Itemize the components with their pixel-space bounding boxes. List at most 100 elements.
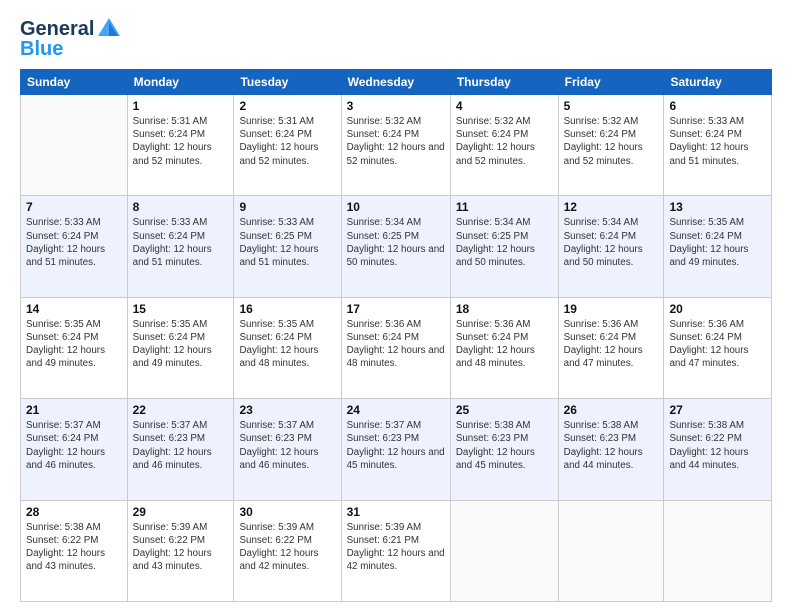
cell-sun-info: Sunrise: 5:35 AMSunset: 6:24 PMDaylight:… [239, 318, 335, 371]
calendar-cell: 13Sunrise: 5:35 AMSunset: 6:24 PMDayligh… [664, 196, 772, 297]
cell-sun-info: Sunrise: 5:39 AMSunset: 6:22 PMDaylight:… [133, 521, 229, 574]
cell-day-number: 25 [456, 403, 553, 417]
calendar-cell: 5 Sunrise: 5:32 AMSunset: 6:24 PMDaylight… [558, 95, 664, 196]
calendar-cell: 2 Sunrise: 5:31 AMSunset: 6:24 PMDaylight… [234, 95, 341, 196]
cell-sun-info: Sunrise: 5:36 AMSunset: 6:24 PMDaylight:… [564, 318, 659, 371]
cell-sun-info: Sunrise: 5:33 AMSunset: 6:24 PMDaylight:… [26, 216, 122, 269]
calendar-cell: 8 Sunrise: 5:33 AMSunset: 6:24 PMDaylight… [127, 196, 234, 297]
cell-day-number: 18 [456, 302, 553, 316]
calendar-cell: 11 Sunrise: 5:34 AMSunset: 6:25 PMDayligh… [450, 196, 558, 297]
calendar-cell: 26 Sunrise: 5:38 AMSunset: 6:23 PMDayligh… [558, 399, 664, 500]
calendar-cell: 19 Sunrise: 5:36 AMSunset: 6:24 PMDayligh… [558, 297, 664, 398]
cell-day-number: 6 [669, 99, 766, 113]
cell-sun-info: Sunrise: 5:37 AMSunset: 6:24 PMDaylight:… [26, 419, 122, 472]
cell-day-number: 22 [133, 403, 229, 417]
cell-sun-info: Sunrise: 5:33 AMSunset: 6:24 PMDaylight:… [669, 115, 766, 168]
cell-sun-info: Sunrise: 5:39 AMSunset: 6:22 PMDaylight:… [239, 521, 335, 574]
cell-day-number: 2 [239, 99, 335, 113]
cell-day-number: 3 [347, 99, 445, 113]
header: General Blue [20, 16, 772, 61]
cell-sun-info: Sunrise: 5:37 AMSunset: 6:23 PMDaylight:… [347, 419, 445, 472]
cell-day-number: 29 [133, 505, 229, 519]
cell-day-number: 8 [133, 200, 229, 214]
cell-day-number: 12 [564, 200, 659, 214]
day-header-wednesday: Wednesday [341, 70, 450, 95]
logo-icon [96, 16, 122, 42]
calendar-cell [450, 500, 558, 601]
calendar-cell: 10 Sunrise: 5:34 AMSunset: 6:25 PMDayligh… [341, 196, 450, 297]
calendar-week-row: 14 Sunrise: 5:35 AMSunset: 6:24 PMDayligh… [21, 297, 772, 398]
logo: General Blue [20, 16, 122, 61]
cell-sun-info: Sunrise: 5:36 AMSunset: 6:24 PMDaylight:… [669, 318, 766, 371]
calendar-table: SundayMondayTuesdayWednesdayThursdayFrid… [20, 69, 772, 602]
calendar-cell: 24 Sunrise: 5:37 AMSunset: 6:23 PMDayligh… [341, 399, 450, 500]
logo-text: General [20, 18, 94, 40]
calendar-cell: 12 Sunrise: 5:34 AMSunset: 6:24 PMDayligh… [558, 196, 664, 297]
calendar-week-row: 7 Sunrise: 5:33 AMSunset: 6:24 PMDaylight… [21, 196, 772, 297]
page: General Blue SundayMondayTuesdayWednesda… [0, 0, 792, 612]
cell-day-number: 17 [347, 302, 445, 316]
calendar-cell: 7 Sunrise: 5:33 AMSunset: 6:24 PMDaylight… [21, 196, 128, 297]
cell-sun-info: Sunrise: 5:33 AMSunset: 6:24 PMDaylight:… [133, 216, 229, 269]
cell-day-number: 24 [347, 403, 445, 417]
cell-day-number: 13 [669, 200, 766, 214]
cell-day-number: 5 [564, 99, 659, 113]
cell-sun-info: Sunrise: 5:37 AMSunset: 6:23 PMDaylight:… [239, 419, 335, 472]
cell-sun-info: Sunrise: 5:34 AMSunset: 6:25 PMDaylight:… [456, 216, 553, 269]
day-header-tuesday: Tuesday [234, 70, 341, 95]
cell-sun-info: Sunrise: 5:32 AMSunset: 6:24 PMDaylight:… [564, 115, 659, 168]
cell-day-number: 15 [133, 302, 229, 316]
cell-sun-info: Sunrise: 5:35 AMSunset: 6:24 PMDaylight:… [26, 318, 122, 371]
cell-sun-info: Sunrise: 5:32 AMSunset: 6:24 PMDaylight:… [456, 115, 553, 168]
calendar-cell: 31Sunrise: 5:39 AMSunset: 6:21 PMDayligh… [341, 500, 450, 601]
cell-sun-info: Sunrise: 5:38 AMSunset: 6:22 PMDaylight:… [669, 419, 766, 472]
cell-sun-info: Sunrise: 5:34 AMSunset: 6:24 PMDaylight:… [564, 216, 659, 269]
calendar-cell: 3 Sunrise: 5:32 AMSunset: 6:24 PMDaylight… [341, 95, 450, 196]
cell-sun-info: Sunrise: 5:32 AMSunset: 6:24 PMDaylight:… [347, 115, 445, 168]
calendar-cell: 9Sunrise: 5:33 AMSunset: 6:25 PMDaylight… [234, 196, 341, 297]
day-header-monday: Monday [127, 70, 234, 95]
cell-day-number: 31 [347, 505, 445, 519]
cell-day-number: 4 [456, 99, 553, 113]
calendar-cell: 25 Sunrise: 5:38 AMSunset: 6:23 PMDayligh… [450, 399, 558, 500]
calendar-cell: 16Sunrise: 5:35 AMSunset: 6:24 PMDayligh… [234, 297, 341, 398]
cell-day-number: 7 [26, 200, 122, 214]
cell-sun-info: Sunrise: 5:36 AMSunset: 6:24 PMDaylight:… [347, 318, 445, 371]
day-header-saturday: Saturday [664, 70, 772, 95]
calendar-cell: 27 Sunrise: 5:38 AMSunset: 6:22 PMDayligh… [664, 399, 772, 500]
cell-day-number: 27 [669, 403, 766, 417]
calendar-week-row: 28Sunrise: 5:38 AMSunset: 6:22 PMDayligh… [21, 500, 772, 601]
calendar-cell: 15Sunrise: 5:35 AMSunset: 6:24 PMDayligh… [127, 297, 234, 398]
calendar-cell: 29 Sunrise: 5:39 AMSunset: 6:22 PMDayligh… [127, 500, 234, 601]
cell-sun-info: Sunrise: 5:34 AMSunset: 6:25 PMDaylight:… [347, 216, 445, 269]
calendar-cell: 22 Sunrise: 5:37 AMSunset: 6:23 PMDayligh… [127, 399, 234, 500]
calendar-cell: 18 Sunrise: 5:36 AMSunset: 6:24 PMDayligh… [450, 297, 558, 398]
calendar-week-row: 21 Sunrise: 5:37 AMSunset: 6:24 PMDayligh… [21, 399, 772, 500]
cell-day-number: 21 [26, 403, 122, 417]
cell-day-number: 28 [26, 505, 122, 519]
cell-sun-info: Sunrise: 5:31 AMSunset: 6:24 PMDaylight:… [133, 115, 229, 168]
cell-day-number: 11 [456, 200, 553, 214]
calendar-week-row: 1 Sunrise: 5:31 AMSunset: 6:24 PMDaylight… [21, 95, 772, 196]
cell-day-number: 30 [239, 505, 335, 519]
cell-sun-info: Sunrise: 5:37 AMSunset: 6:23 PMDaylight:… [133, 419, 229, 472]
cell-sun-info: Sunrise: 5:38 AMSunset: 6:23 PMDaylight:… [564, 419, 659, 472]
cell-day-number: 1 [133, 99, 229, 113]
cell-day-number: 19 [564, 302, 659, 316]
cell-day-number: 9 [239, 200, 335, 214]
cell-sun-info: Sunrise: 5:38 AMSunset: 6:23 PMDaylight:… [456, 419, 553, 472]
day-header-friday: Friday [558, 70, 664, 95]
calendar-cell: 30 Sunrise: 5:39 AMSunset: 6:22 PMDayligh… [234, 500, 341, 601]
calendar-cell [558, 500, 664, 601]
cell-day-number: 26 [564, 403, 659, 417]
calendar-cell: 14 Sunrise: 5:35 AMSunset: 6:24 PMDayligh… [21, 297, 128, 398]
calendar-cell: 4 Sunrise: 5:32 AMSunset: 6:24 PMDaylight… [450, 95, 558, 196]
calendar-cell: 17 Sunrise: 5:36 AMSunset: 6:24 PMDayligh… [341, 297, 450, 398]
cell-day-number: 10 [347, 200, 445, 214]
day-header-sunday: Sunday [21, 70, 128, 95]
cell-sun-info: Sunrise: 5:36 AMSunset: 6:24 PMDaylight:… [456, 318, 553, 371]
cell-sun-info: Sunrise: 5:31 AMSunset: 6:24 PMDaylight:… [239, 115, 335, 168]
calendar-header-row: SundayMondayTuesdayWednesdayThursdayFrid… [21, 70, 772, 95]
cell-day-number: 14 [26, 302, 122, 316]
calendar-cell: 6 Sunrise: 5:33 AMSunset: 6:24 PMDaylight… [664, 95, 772, 196]
